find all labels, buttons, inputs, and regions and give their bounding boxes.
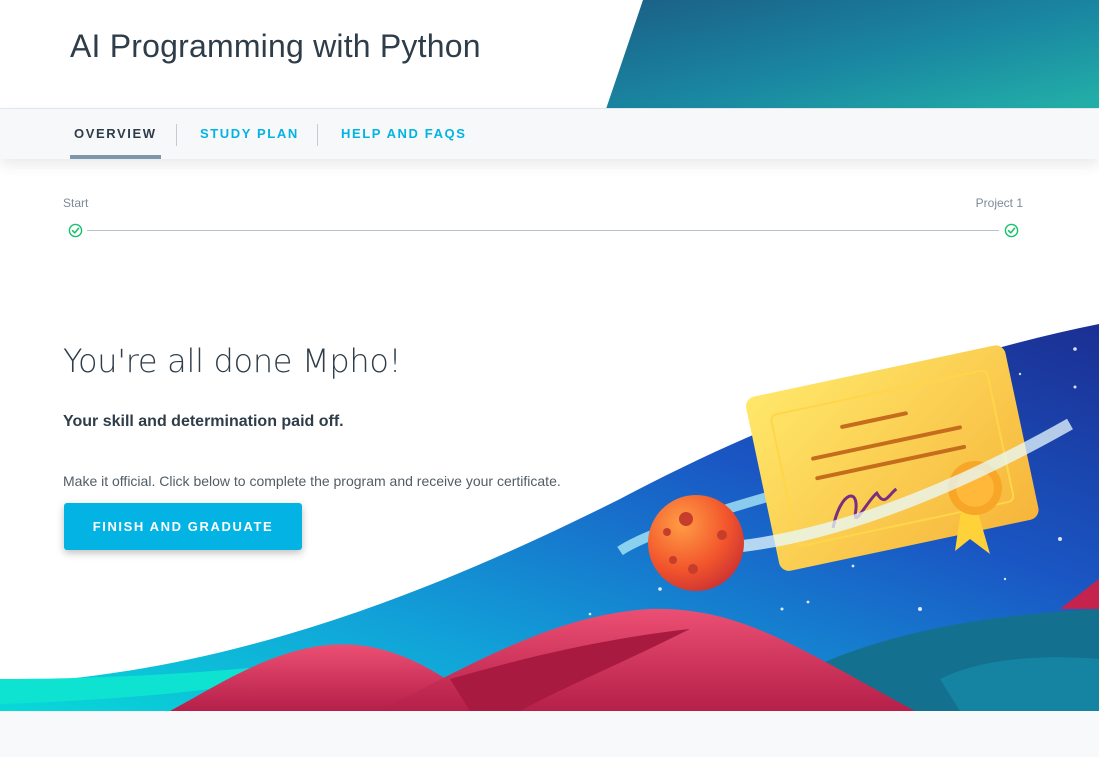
tab-help-and-faqs[interactable]: HELP AND FAQS (341, 109, 467, 159)
tab-bar: OVERVIEW STUDY PLAN HELP AND FAQS (0, 109, 1099, 159)
start-check-icon (68, 223, 83, 238)
course-header: AI Programming with Python (0, 0, 1099, 109)
completion-title: You're all done Mpho! (63, 342, 402, 380)
progress-track (87, 230, 999, 231)
page-title: AI Programming with Python (70, 28, 481, 64)
project-check-icon (1004, 223, 1019, 238)
main-content: Start Project 1 You're all done Mpho! Yo… (0, 159, 1099, 711)
page-footer (0, 711, 1099, 757)
tab-divider (176, 124, 177, 146)
finish-and-graduate-button[interactable]: FINISH AND GRADUATE (64, 503, 302, 550)
graduation-illustration (0, 324, 1099, 711)
completion-subtitle: Your skill and determination paid off. (63, 413, 344, 430)
progress-end-label: Project 1 (975, 196, 1023, 210)
tab-divider (317, 124, 318, 146)
tab-overview[interactable]: OVERVIEW (70, 109, 161, 159)
progress-start-label: Start (63, 196, 89, 210)
tab-study-plan[interactable]: STUDY PLAN (200, 109, 299, 159)
completion-description: Make it official. Click below to complet… (63, 473, 561, 489)
